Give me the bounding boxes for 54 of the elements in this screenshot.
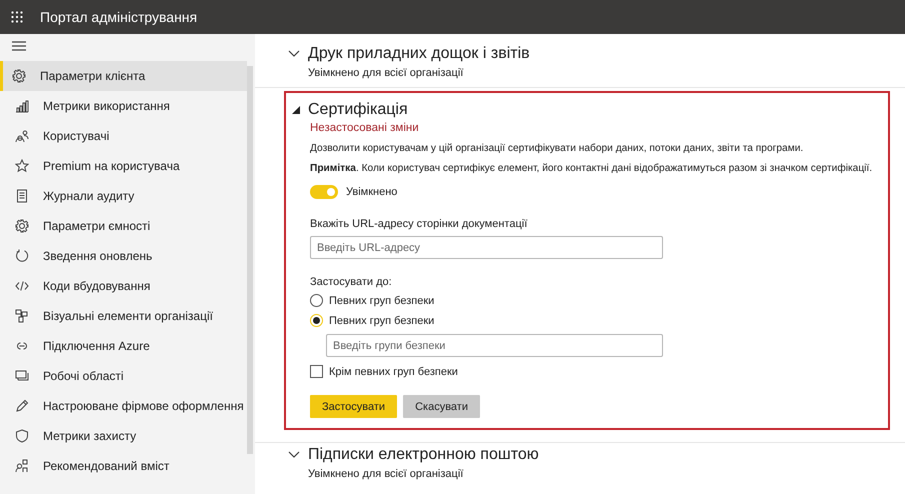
nav-item[interactable]: Premium на користувача <box>0 151 247 181</box>
gear-icon <box>15 219 29 233</box>
code-icon <box>15 279 29 293</box>
nav-item[interactable]: Журнали аудиту <box>0 181 247 211</box>
checkbox-label: Крім певних груп безпеки <box>329 366 458 378</box>
scrollbar[interactable] <box>247 66 253 454</box>
section-status: Увімкнено для всієї організації <box>308 67 464 79</box>
nav-item[interactable]: Настроюване фірмове оформлення <box>0 391 247 421</box>
menu-icon[interactable] <box>12 41 26 51</box>
description-text: Дозволити користувачам у цій організації сертифікувати набори даних, потоки даних, звіти та програми. <box>310 143 804 154</box>
nav-item[interactable]: Робочі області <box>0 361 247 391</box>
section-title: Підписки електронною поштою <box>308 446 539 464</box>
radio-label: Певних груп безпеки <box>329 314 434 326</box>
nav-item[interactable]: Користувачі <box>0 121 247 151</box>
document-icon <box>15 189 29 203</box>
chevron-down-icon[interactable] <box>288 451 300 459</box>
nav-item[interactable]: Зведення оновлень <box>0 241 247 271</box>
toggle-switch[interactable] <box>310 185 338 199</box>
app-launcher-icon[interactable] <box>11 11 23 23</box>
nav-item[interactable]: Рекомендований вміст <box>0 451 247 481</box>
checkbox[interactable] <box>310 365 323 378</box>
nav-item[interactable]: Параметри клієнта <box>0 61 247 91</box>
refresh-icon <box>15 249 29 263</box>
nav-item[interactable]: Візуальні елементи організації <box>0 301 247 331</box>
user-icon <box>15 459 29 473</box>
field-label: Вкажіть URL-адресу сторінки документації <box>310 218 528 230</box>
apply-button[interactable]: Застосувати <box>310 395 398 418</box>
nav-item[interactable]: Підключення Azure <box>0 331 247 361</box>
url-input-field[interactable]: Введіть URL-адресу <box>310 236 663 259</box>
star-icon <box>15 159 29 173</box>
toggle-label: Увімкнено <box>346 186 398 198</box>
shapes-icon <box>15 309 29 323</box>
monitor-icon <box>15 369 29 383</box>
apply-to-label: Застосувати до: <box>310 276 393 288</box>
chevron-down-icon[interactable] <box>288 50 300 58</box>
security-groups-input-field[interactable]: Введіть групи безпеки <box>326 334 663 357</box>
pencil-icon <box>15 399 29 413</box>
nav-item[interactable]: Параметри ємності <box>0 211 247 241</box>
section-title: Друк приладних дощок і звітів <box>308 45 530 63</box>
users-icon <box>15 129 29 143</box>
bar-chart-icon <box>15 99 29 113</box>
shield-icon <box>15 429 29 443</box>
nav-item[interactable]: Метрики захисту <box>0 421 247 451</box>
unsaved-changes-text: Незастосовані зміни <box>310 122 420 134</box>
collapse-triangle-icon[interactable] <box>292 106 300 114</box>
nav-item[interactable]: Коди вбудовування <box>0 271 247 301</box>
gear-icon <box>12 69 26 83</box>
radio-label: Певних груп безпеки <box>329 294 434 306</box>
nav-item[interactable]: Метрики використання <box>0 91 247 121</box>
section-title: Сертифікація <box>308 101 408 119</box>
cancel-button[interactable]: Скасувати <box>403 395 480 418</box>
radio-button[interactable] <box>310 294 323 307</box>
section-status: Увімкнено для всієї організації <box>308 468 464 480</box>
portal-title: Портал адміністрування <box>40 9 198 25</box>
